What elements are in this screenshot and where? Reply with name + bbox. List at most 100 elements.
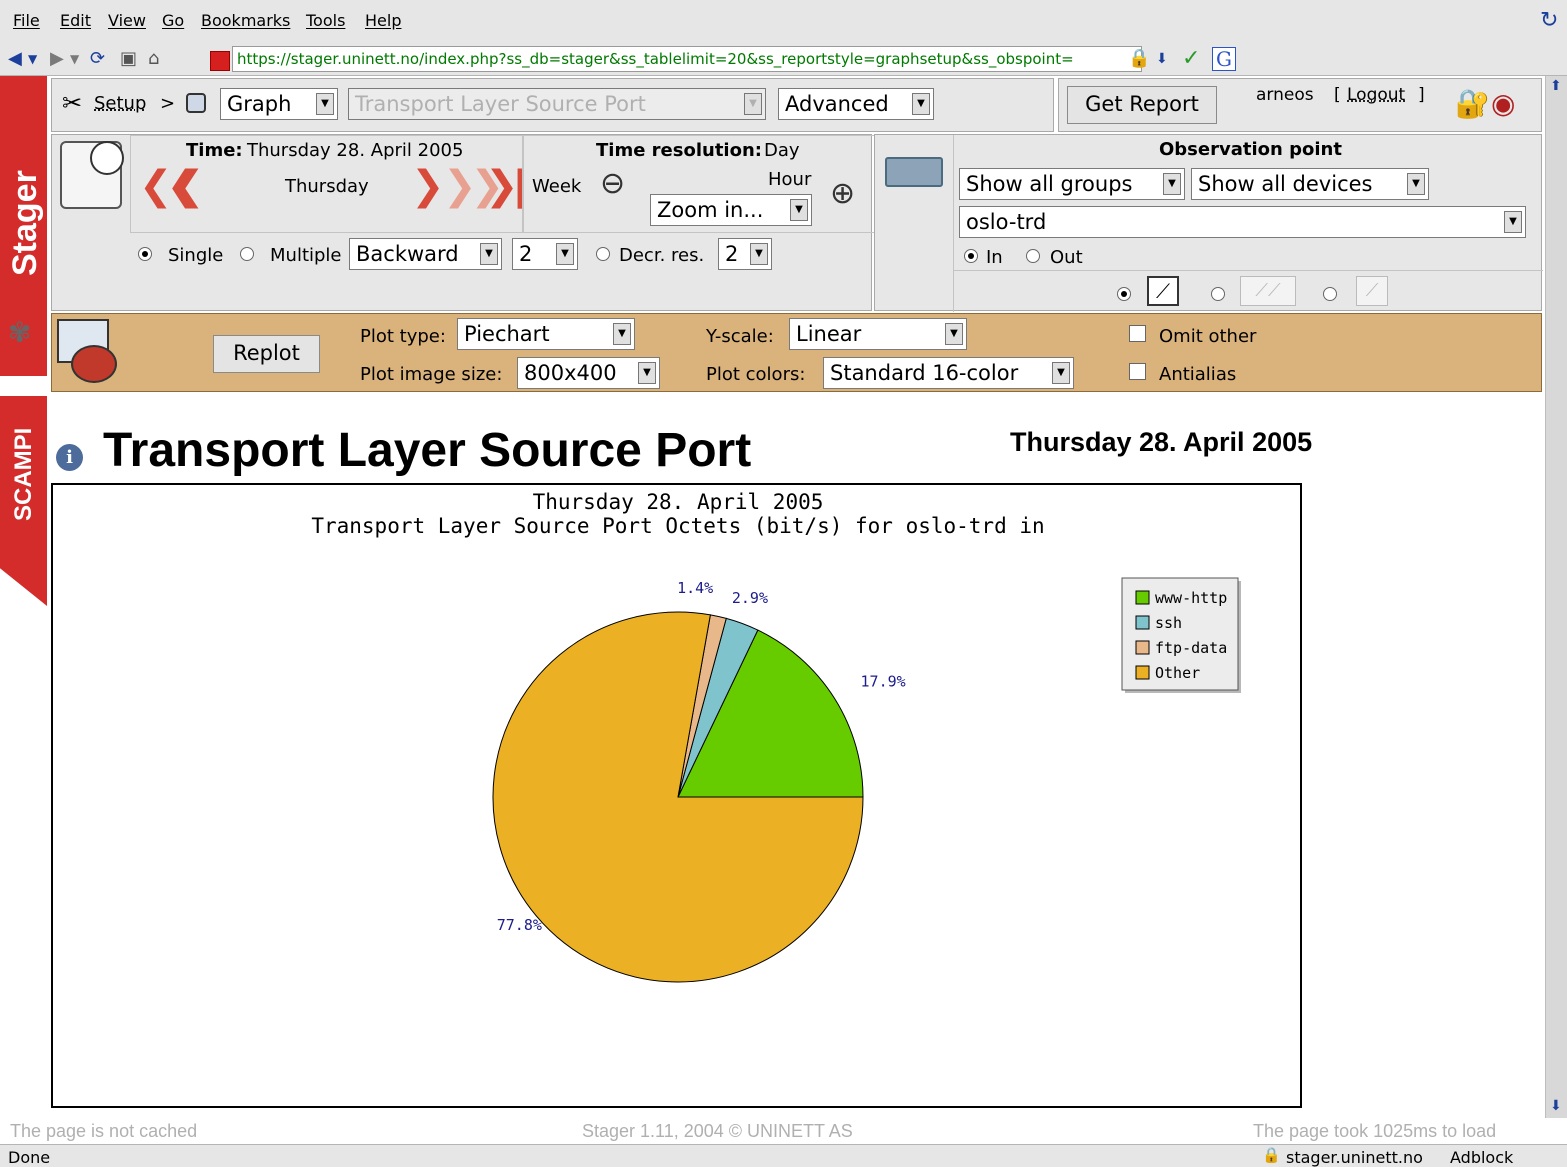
legend-label-ftp-data: ftp-data [1155,639,1227,657]
padlock-icon[interactable]: 🔐 [1455,87,1490,120]
help-lifebuoy-icon[interactable]: ◉ [1491,87,1515,120]
plot-size-label: Plot image size: [360,364,503,385]
direction-in-radio[interactable] [964,249,978,263]
yscale-label: Y-scale: [706,326,774,347]
view-select[interactable]: Graph ▼ [220,88,338,120]
omit-other-checkbox[interactable] [1129,325,1146,342]
print-icon[interactable]: ▣ [120,48,137,70]
chart-subtitle: Transport Layer Source Port Octets (bit/… [311,514,1044,538]
mascot-icon: ✾ [8,316,32,349]
replot-button[interactable]: Replot [213,335,320,373]
info-icon[interactable]: i [56,444,83,471]
zoom-in-label[interactable]: Hour [768,169,811,190]
latest-icon[interactable]: ❯| [485,166,527,206]
plot-colors-select[interactable]: Standard 16-color ▼ [823,357,1074,389]
single-radio[interactable] [138,247,152,261]
session-panel: Get Report arneos [ Logout ] 🔐 ◉ [1058,78,1542,132]
plot-size-select[interactable]: 800x400 ▼ [517,357,660,389]
legend-label-Other: Other [1155,664,1200,682]
style-stacked-icon[interactable]: ⟋ [1356,276,1388,306]
next-day-icon[interactable]: ❯ [411,166,444,206]
direction-out-label: Out [1050,247,1083,268]
username: arneos [1256,85,1314,105]
home-icon[interactable]: ⌂ [148,48,159,70]
menu-tools[interactable]: Tools [306,11,345,30]
style-single-radio[interactable] [1117,287,1131,301]
style-single-icon[interactable]: ⟋ [1147,276,1179,306]
zoom-out-label[interactable]: Week [532,176,581,197]
breadcrumb-separator: > [160,93,176,114]
setup-link[interactable]: Setup [94,93,146,114]
direction-out-radio[interactable] [1026,249,1040,263]
status-text: Done [8,1148,51,1167]
direction-select[interactable]: Backward ▼ [349,238,502,270]
legend-swatch-ssh [1135,615,1150,630]
decr-res-select[interactable]: 2 ▼ [718,238,772,270]
secure-lock-icon: 🔒 [1262,1146,1281,1164]
time-label: Time: [186,140,243,161]
navigation-toolbar: ◀ ▼ ▶ ▼ ⟳ ▣ ⌂ https://stager.uninett.no/… [0,42,1567,76]
reload-icon[interactable]: ⟳ [90,48,105,70]
menu-view[interactable]: View [108,11,146,30]
menu-edit[interactable]: Edit [60,11,91,30]
get-report-button[interactable]: Get Report [1067,86,1217,124]
time-value: Thursday 28. April 2005 [247,140,464,161]
tools-icon[interactable]: ✂ [62,89,82,117]
resolution-label: Time resolution: [596,140,762,161]
menu-bookmarks[interactable]: Bookmarks [201,11,290,30]
plot-type-select[interactable]: Piechart ▼ [457,318,635,350]
search-engine-icon[interactable]: G [1212,47,1236,71]
style-multi-radio[interactable] [1211,287,1225,301]
previous-day-icon[interactable]: ❮ [171,166,204,206]
legend-swatch-ftp-data [1135,640,1150,655]
scroll-up-icon[interactable]: ⬆ [1550,78,1562,94]
url-field[interactable]: https://stager.uninett.no/index.php?ss_d… [232,46,1142,72]
mode-select[interactable]: Advanced ▼ [778,88,934,120]
forward-icon[interactable]: ▶ [50,48,64,70]
count-select[interactable]: 2 ▼ [512,238,578,270]
device-select[interactable]: oslo-trd ▼ [959,206,1526,238]
report-select[interactable]: Transport Layer Source Port ▼ [348,88,766,120]
zoom-in-icon[interactable]: ⊕ [830,176,855,211]
menu-bar: File Edit View Go Bookmarks Tools Help ↻ [0,0,1567,42]
omit-other-label: Omit other [1159,326,1257,347]
decr-res-label: Decr. res. [619,245,705,266]
pie-label-Other: 77.8% [497,916,542,934]
devices-select[interactable]: Show all devices ▼ [1191,168,1429,200]
plot-options-bar: Replot Plot type: Piechart ▼ Plot image s… [51,313,1542,392]
observation-title: Observation point [1159,139,1342,160]
multiple-radio[interactable] [240,247,254,261]
status-bar: Done 🔒 stager.uninett.no Adblock [0,1144,1567,1167]
back-menu-icon[interactable]: ▼ [28,48,37,70]
stager-brand-text: Stager [6,170,44,276]
menu-help[interactable]: Help [365,11,401,30]
decr-res-radio[interactable] [596,247,610,261]
check-icon[interactable]: ✓ [1182,48,1200,70]
back-icon[interactable]: ◀ [8,48,22,70]
status-addon[interactable]: Adblock [1450,1148,1513,1167]
style-stacked-radio[interactable] [1323,287,1337,301]
observation-panel: Observation point Show all groups ▼ Show … [874,134,1543,312]
report-toolbar: ✂ Setup > Graph ▼ Transport Layer Source … [51,78,1054,132]
vertical-scrollbar[interactable]: ⬆ ⬇ [1545,76,1567,1118]
forward-menu-icon[interactable]: ▼ [70,48,79,70]
antialias-checkbox[interactable] [1129,363,1146,380]
scroll-down-icon[interactable]: ⬇ [1550,1098,1562,1114]
direction-in-label: In [986,247,1003,268]
legend-label-www-http: www-http [1155,589,1227,607]
status-host: stager.uninett.no [1286,1148,1423,1167]
network-card-icon [885,157,943,187]
menu-go[interactable]: Go [162,11,184,30]
copyright: Stager 1.11, 2004 © UNINETT AS [582,1121,853,1141]
logout-link[interactable]: Logout [1347,85,1405,105]
graph-icon [186,93,206,113]
groups-select[interactable]: Show all groups ▼ [959,168,1185,200]
style-multi-icon[interactable]: ⟋⟋ [1240,276,1296,306]
menu-file[interactable]: File [13,11,40,30]
legend-swatch-www-http [1135,590,1150,605]
go-icon[interactable]: ⬇ [1156,48,1168,70]
yscale-select[interactable]: Linear ▼ [789,318,967,350]
zoom-out-icon[interactable]: ⊖ [600,166,625,201]
zoom-select[interactable]: Zoom in... ▼ [650,194,812,226]
resolution-value: Day [764,140,800,161]
